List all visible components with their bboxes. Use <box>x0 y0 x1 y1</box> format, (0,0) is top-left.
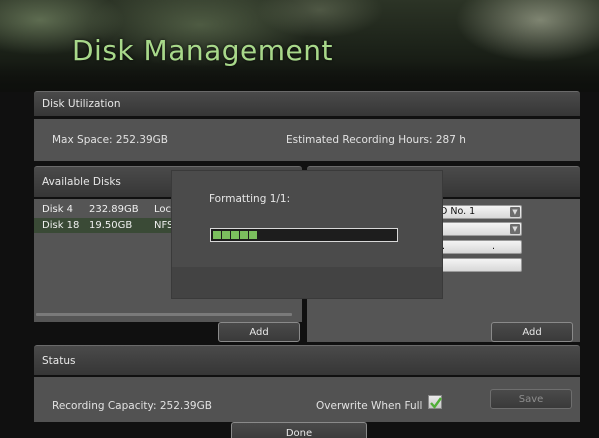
recording-capacity-text: Recording Capacity: 252.39GB <box>52 400 212 412</box>
disk-utilization-header: Disk Utilization <box>34 91 580 116</box>
progress-segment <box>213 231 221 239</box>
formatting-status-text: Formatting 1/1: <box>209 193 291 205</box>
formatting-progress-bar <box>210 228 398 242</box>
done-button[interactable]: Done <box>231 422 367 438</box>
type-select[interactable]: ▼ <box>437 222 522 236</box>
progress-segment <box>231 231 239 239</box>
status-header-label: Status <box>42 355 76 367</box>
horizontal-scrollbar[interactable] <box>36 313 292 316</box>
hdd-select-value: D No. 1 <box>440 206 476 217</box>
overwrite-when-full-checkbox[interactable] <box>428 395 442 409</box>
status-header: Status <box>34 345 580 375</box>
disk-name: Disk 18 <box>42 220 80 231</box>
chevron-down-icon: ▼ <box>510 207 520 217</box>
disk-size: 232.89GB <box>89 204 139 215</box>
estimated-recording-hours-text: Estimated Recording Hours: 287 h <box>286 134 466 146</box>
disk-type: NFS <box>154 220 174 231</box>
status-panel: Recording Capacity: 252.39GB Overwrite W… <box>34 377 580 422</box>
formatting-dialog: Formatting 1/1: <box>172 171 442 298</box>
disk-management-screen: Disk Management Disk Utilization Max Spa… <box>0 0 599 438</box>
add-network-disk-button[interactable]: Add <box>491 322 573 342</box>
disk-utilization-header-label: Disk Utilization <box>42 98 121 110</box>
path-field[interactable] <box>437 258 522 272</box>
disk-type: Loc <box>154 204 172 215</box>
dialog-footer <box>172 267 442 298</box>
overwrite-when-full-label: Overwrite When Full <box>316 400 423 412</box>
disk-name: Disk 4 <box>42 204 74 215</box>
save-button[interactable]: Save <box>490 389 572 409</box>
max-space-text: Max Space: 252.39GB <box>52 134 168 146</box>
ip-address-dots: . . <box>441 241 518 252</box>
chevron-down-icon: ▼ <box>510 224 520 234</box>
progress-segment <box>249 231 257 239</box>
progress-segment <box>240 231 248 239</box>
progress-fill <box>213 231 257 239</box>
ip-address-field[interactable]: . . <box>437 240 522 254</box>
hdd-select[interactable]: D No. 1 ▼ <box>437 205 522 219</box>
progress-segment <box>222 231 230 239</box>
disk-utilization-panel: Max Space: 252.39GB Estimated Recording … <box>34 119 580 161</box>
disk-size: 19.50GB <box>89 220 133 231</box>
page-title: Disk Management <box>72 34 333 67</box>
available-disks-header-label: Available Disks <box>42 176 121 188</box>
checkmark-icon <box>430 397 442 409</box>
add-disk-button[interactable]: Add <box>218 322 300 342</box>
